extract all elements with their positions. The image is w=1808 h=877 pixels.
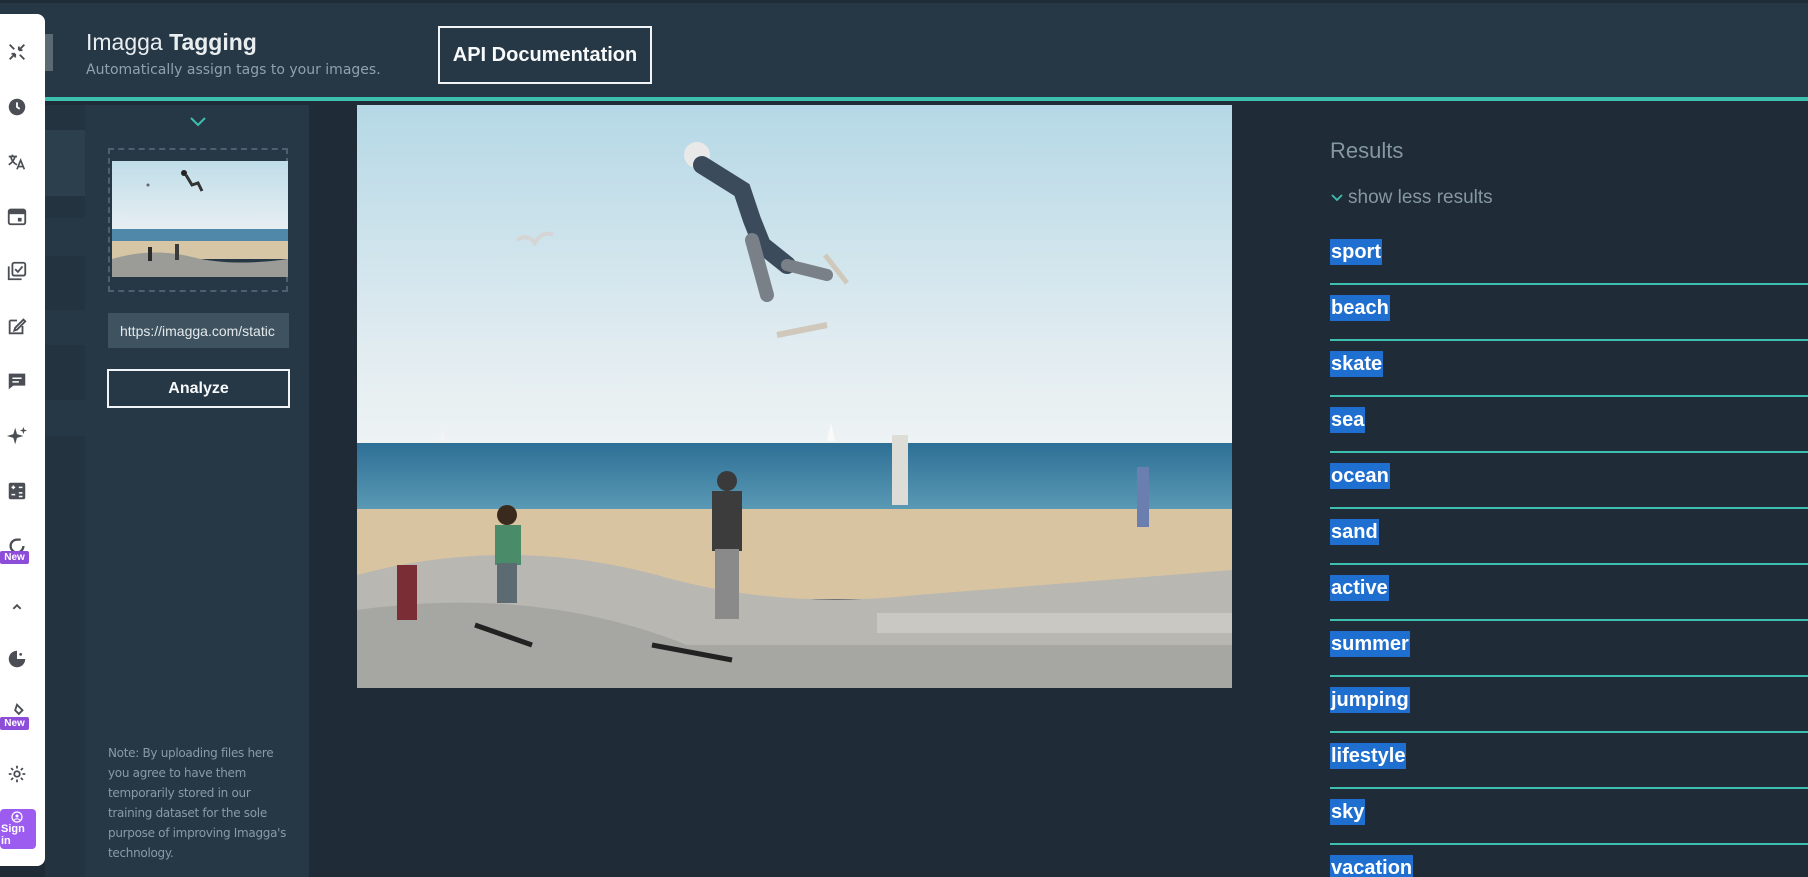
translate-icon[interactable] (5, 150, 29, 174)
result-tag-row[interactable]: jumping (1330, 677, 1808, 733)
result-tag-label[interactable]: jumping (1330, 687, 1410, 713)
calculator-icon[interactable] (5, 479, 29, 503)
history-icon[interactable] (5, 95, 29, 119)
result-tag-row[interactable]: ocean (1330, 453, 1808, 509)
upload-note: Note: By uploading files here you agree … (108, 746, 287, 860)
chevron-down-icon (1331, 194, 1343, 202)
new-badge: New (0, 551, 29, 564)
result-tag-label[interactable]: skate (1330, 351, 1384, 377)
show-less-results-toggle[interactable]: show less results (1330, 187, 1493, 209)
calendar-icon[interactable] (5, 204, 29, 228)
results-title: Results (1330, 138, 1404, 163)
show-less-label: show less results (1348, 187, 1493, 208)
image-thumbnail-dropzone[interactable] (108, 148, 288, 292)
copy-check-icon[interactable] (5, 259, 29, 283)
thumbnail-image[interactable] (112, 161, 288, 277)
result-tag-row[interactable]: lifestyle (1330, 733, 1808, 789)
pacman-icon[interactable] (5, 647, 29, 671)
brand-subtitle: Automatically assign tags to your images… (86, 62, 381, 78)
result-tag-label[interactable]: lifestyle (1330, 743, 1407, 769)
chevron-down-icon[interactable] (188, 114, 208, 130)
result-tag-row[interactable]: skate (1330, 341, 1808, 397)
analyze-button[interactable]: Analyze (107, 369, 290, 408)
top-header: Imagga Tagging Automatically assign tags… (0, 3, 1808, 101)
result-tag-row[interactable]: sky (1330, 789, 1808, 845)
result-tag-label[interactable]: vacation (1330, 855, 1414, 877)
result-tag-label[interactable]: ocean (1330, 463, 1390, 489)
main-preview-image (357, 105, 1232, 688)
brand-title: Imagga Tagging (86, 29, 257, 56)
result-tag-row[interactable]: vacation (1330, 845, 1808, 877)
result-tag-row[interactable]: sea (1330, 397, 1808, 453)
brand-product: Tagging (169, 29, 257, 55)
result-tag-label[interactable]: sport (1330, 239, 1382, 265)
result-tag-label[interactable]: beach (1330, 295, 1390, 321)
sign-in-button[interactable]: Sign in (0, 809, 36, 849)
result-tag-row[interactable]: active (1330, 565, 1808, 621)
user-icon (11, 811, 23, 823)
result-tag-row[interactable]: sport (1330, 229, 1808, 285)
browser-sidebar: New New Sign in (0, 14, 45, 866)
chat-icon[interactable] (5, 369, 29, 393)
brand-name: Imagga (86, 29, 163, 55)
chevron-up-icon[interactable] (5, 595, 29, 619)
sparkle-icon[interactable] (5, 424, 29, 448)
result-tag-label[interactable]: sky (1330, 799, 1366, 825)
strip-block (45, 400, 85, 436)
result-tag-row[interactable]: sand (1330, 509, 1808, 565)
settings-icon[interactable] (5, 762, 29, 786)
collapse-icon[interactable] (5, 40, 29, 64)
api-documentation-button[interactable]: API Documentation (438, 26, 652, 84)
strip-block (45, 310, 85, 345)
edit-icon[interactable] (5, 314, 29, 338)
result-tag-label[interactable]: summer (1330, 631, 1410, 657)
app-root: Imagga Tagging Automatically assign tags… (0, 0, 1808, 877)
strip-block (45, 218, 85, 256)
result-tag-label[interactable]: sea (1330, 407, 1366, 433)
result-tag-label[interactable]: active (1330, 575, 1389, 601)
strip-block (45, 130, 85, 196)
result-tag-label[interactable]: sand (1330, 519, 1379, 545)
image-url-input[interactable] (108, 313, 289, 348)
result-tag-row[interactable]: beach (1330, 285, 1808, 341)
sign-in-label: Sign in (1, 823, 25, 847)
new-badge: New (0, 717, 29, 730)
result-tag-row[interactable]: summer (1330, 621, 1808, 677)
